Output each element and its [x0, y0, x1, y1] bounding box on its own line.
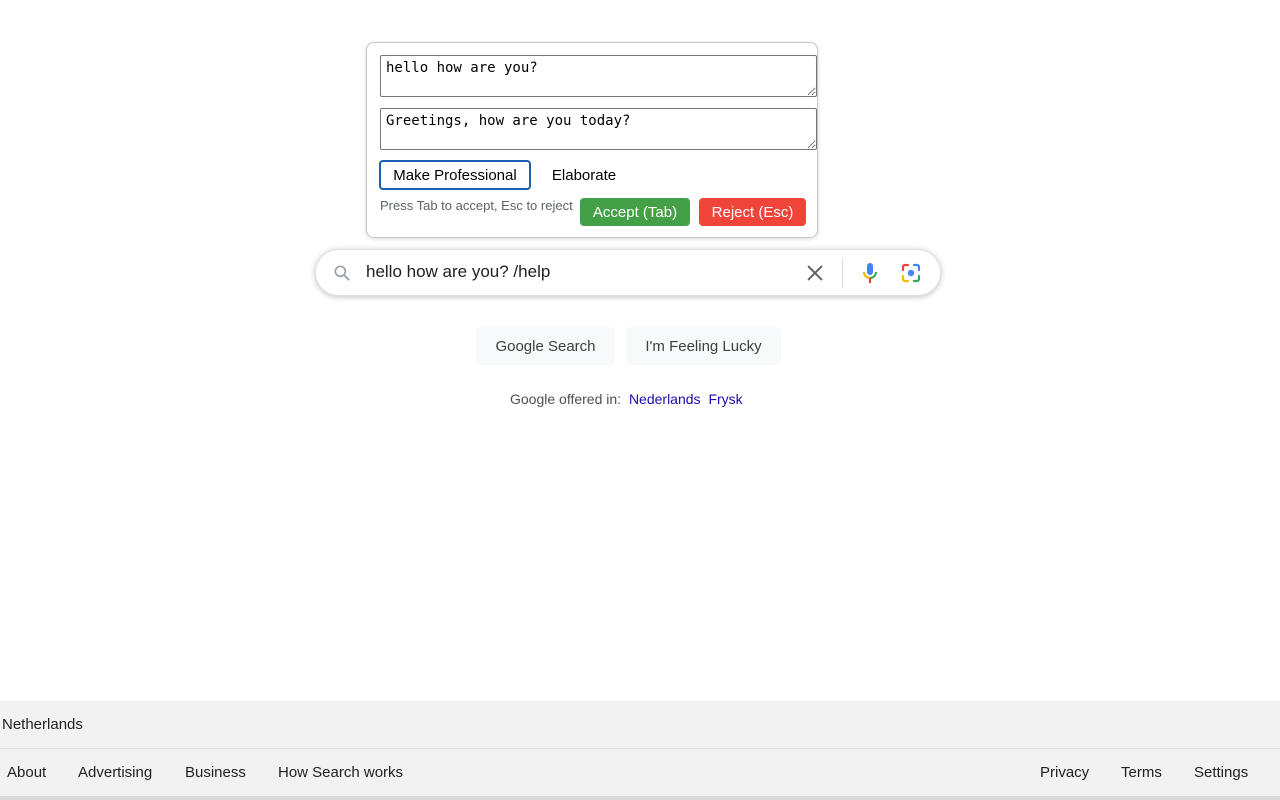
search-box[interactable]: hello how are you? /help — [315, 249, 941, 296]
footer-link-how-search-works[interactable]: How Search works — [278, 764, 403, 781]
language-link-nederlands[interactable]: Nederlands — [629, 391, 701, 407]
footer-link-business[interactable]: Business — [185, 764, 246, 781]
footer-link-advertising[interactable]: Advertising — [78, 764, 152, 781]
footer-link-privacy[interactable]: Privacy — [1040, 764, 1089, 781]
country-label: Netherlands — [2, 716, 83, 733]
footer: Netherlands About Advertising Business H… — [0, 701, 1280, 800]
search-input[interactable]: hello how are you? /help — [366, 262, 550, 282]
feeling-lucky-button[interactable]: I'm Feeling Lucky — [626, 327, 781, 365]
language-link-frysk[interactable]: Frysk — [708, 391, 742, 407]
mic-icon[interactable] — [858, 261, 882, 285]
make-professional-button[interactable]: Make Professional — [379, 160, 531, 190]
search-icon — [334, 265, 350, 281]
lens-icon[interactable] — [899, 261, 923, 285]
footer-country-bar: Netherlands — [0, 701, 1280, 749]
footer-bottom-edge — [0, 796, 1280, 800]
language-offer-label: Google offered in: — [510, 391, 622, 407]
accept-button[interactable]: Accept (Tab) — [580, 198, 690, 226]
rewrite-popup: hello how are you? Greetings, how are yo… — [366, 42, 818, 238]
clear-icon[interactable] — [804, 262, 826, 284]
keyboard-hint: Press Tab to accept, Esc to reject — [380, 198, 573, 213]
suggestion-text-area[interactable]: Greetings, how are you today? — [380, 108, 817, 150]
footer-link-about[interactable]: About — [7, 764, 46, 781]
reject-button[interactable]: Reject (Esc) — [699, 198, 806, 226]
search-divider — [842, 258, 843, 288]
google-search-button[interactable]: Google Search — [476, 327, 615, 365]
original-text-area[interactable]: hello how are you? — [380, 55, 817, 97]
page: hello how are you? Greetings, how are yo… — [0, 0, 1280, 800]
language-offer: Google offered in: Nederlands Frysk — [510, 391, 743, 407]
footer-link-settings[interactable]: Settings — [1194, 764, 1248, 781]
footer-link-terms[interactable]: Terms — [1121, 764, 1162, 781]
elaborate-button[interactable]: Elaborate — [539, 160, 629, 190]
